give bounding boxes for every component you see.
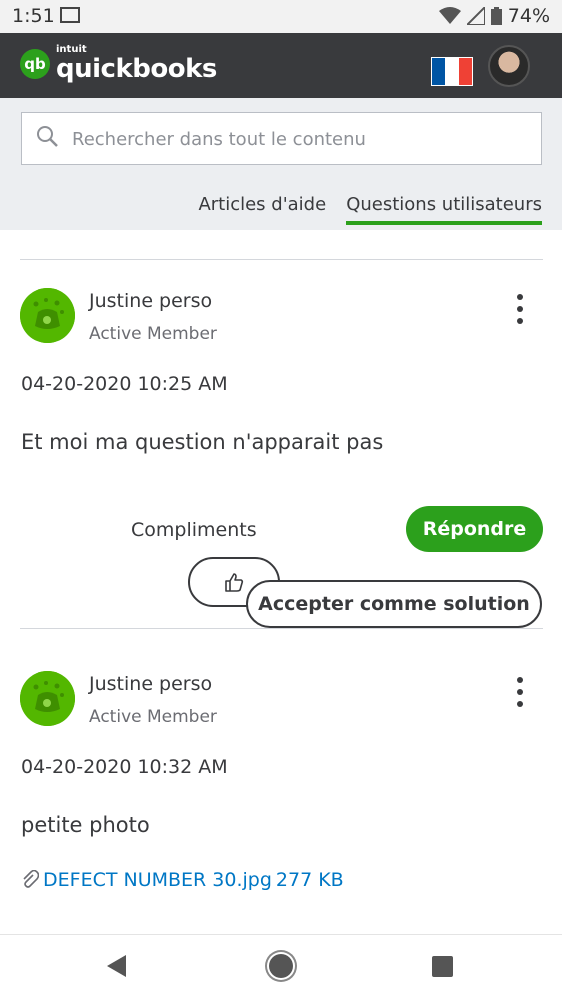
wifi-icon [438,7,461,24]
post-date: 04-20-2020 10:32 AM [21,756,228,778]
accept-solution-button[interactable]: Accepter comme solution [246,580,542,628]
app-header: qb intuit quickbooks [0,33,562,98]
status-time: 1:51 [12,5,55,27]
search-area: Articles d'aide Questions utilisateurs [0,98,562,230]
quickbooks-logo[interactable]: qb intuit quickbooks [20,45,217,82]
author-name[interactable]: Justine perso [89,673,212,695]
author-avatar[interactable] [20,288,75,343]
qb-logo-icon: qb [20,48,50,79]
post-body: Et moi ma question n'apparait pas [21,430,384,454]
user-avatar[interactable] [488,45,530,87]
money-bag-icon [20,288,75,343]
attachment-filename[interactable]: DEFECT NUMBER 30.jpg [43,869,272,891]
author-rank: Active Member [89,707,217,727]
money-bag-icon [20,671,75,726]
system-nav-bar [0,934,562,1000]
back-icon[interactable] [107,955,126,977]
flag-stripe-white [445,58,459,85]
battery-percent: 74% [507,5,550,27]
content-tabs: Articles d'aide Questions utilisateurs [198,194,542,225]
status-icons: 74% [438,5,550,27]
tab-user-questions[interactable]: Questions utilisateurs [346,194,542,225]
author-rank: Active Member [89,324,217,344]
status-bar: 1:51 74% [0,0,562,33]
battery-icon [490,7,502,25]
flag-stripe-red [458,58,472,85]
author-avatar[interactable] [20,671,75,726]
recent-apps-icon[interactable] [432,956,453,977]
attachment-link[interactable]: DEFECT NUMBER 30.jpg 277 KB [21,869,344,891]
gmail-icon [60,7,80,23]
tab-help-articles[interactable]: Articles d'aide [198,194,326,225]
compliments-label: Compliments [131,519,257,541]
search-input[interactable] [70,113,534,166]
post-body: petite photo [21,813,150,837]
more-options-icon[interactable] [515,294,525,324]
paperclip-icon [23,870,39,888]
divider [20,628,543,629]
attachment-size: 277 KB [275,869,344,891]
home-icon[interactable] [269,954,293,978]
search-box[interactable] [21,112,542,166]
signal-icon [466,7,485,25]
reply-button[interactable]: Répondre [406,506,543,552]
language-flag-france[interactable] [431,57,473,86]
quickbooks-wordmark: quickbooks [56,54,217,84]
more-options-icon[interactable] [515,677,525,707]
divider [20,259,543,260]
search-icon [37,126,58,147]
post-date: 04-20-2020 10:25 AM [21,373,228,395]
flag-stripe-blue [432,58,446,85]
thumbs-up-icon [225,573,244,592]
author-name[interactable]: Justine perso [89,290,212,312]
